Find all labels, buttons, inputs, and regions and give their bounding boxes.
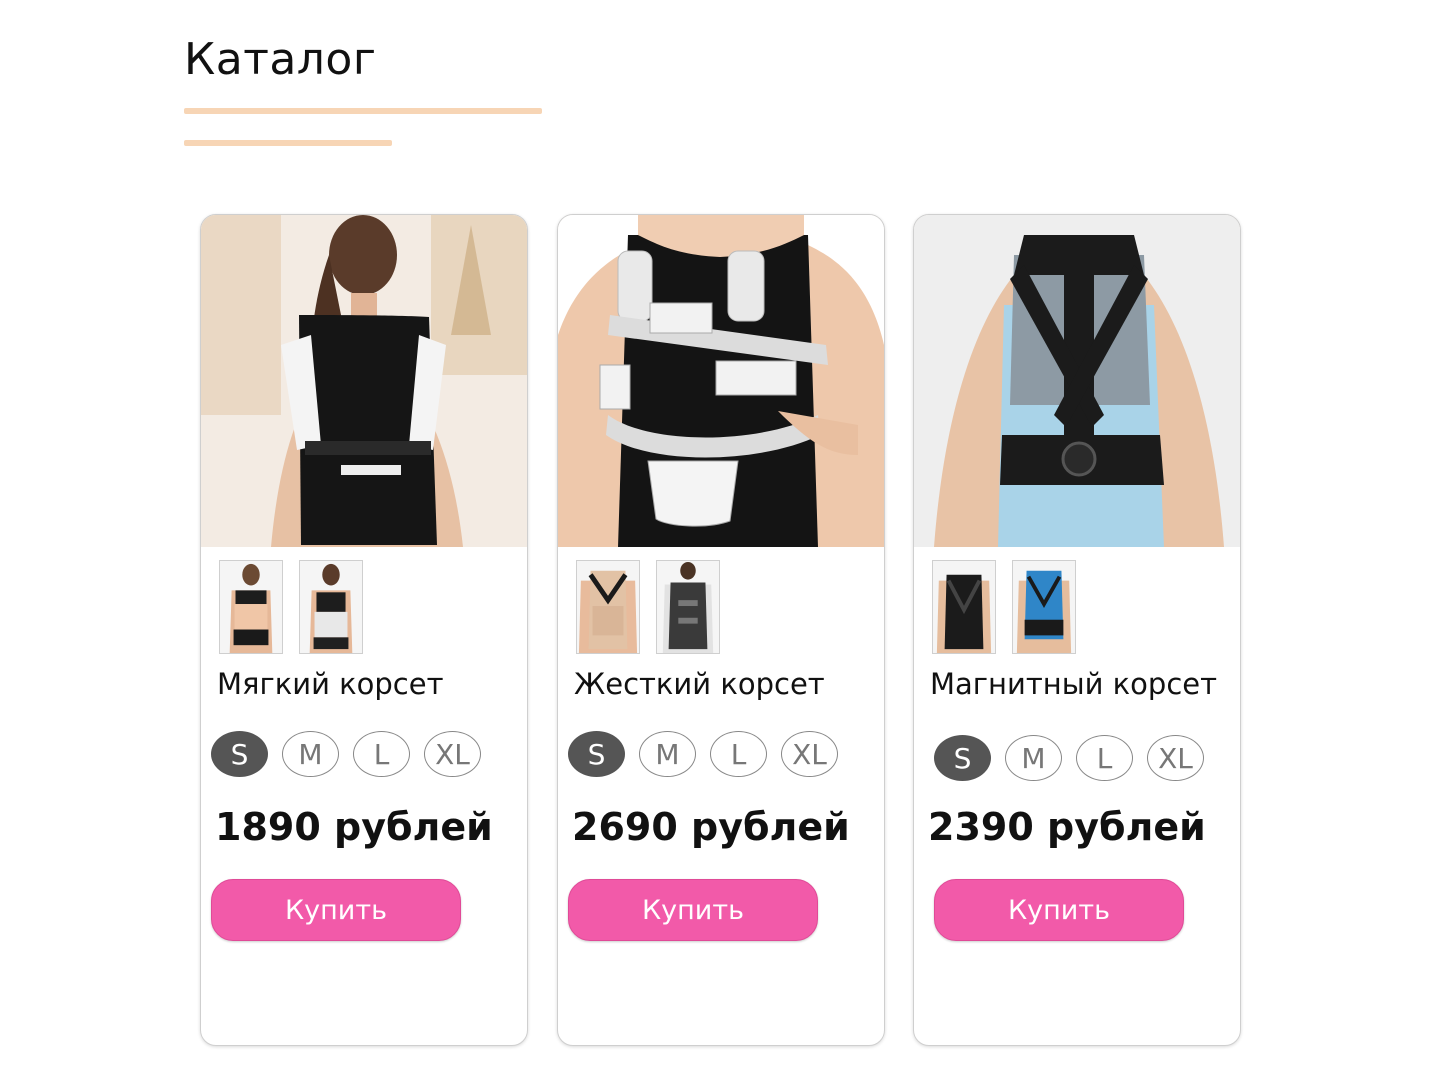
size-option-xl[interactable]: XL (781, 731, 838, 777)
product-name: Магнитный корсет (930, 667, 1217, 701)
size-option-l[interactable]: L (710, 731, 767, 777)
size-option-l[interactable]: L (353, 731, 410, 777)
size-option-m[interactable]: M (639, 731, 696, 777)
product-main-photo[interactable] (558, 215, 884, 547)
size-selector: S M L XL (934, 735, 1204, 781)
buy-button[interactable]: Купить (211, 879, 461, 941)
size-selector: S M L XL (568, 731, 838, 777)
product-name: Мягкий корсет (217, 667, 444, 701)
size-selector: S M L XL (211, 731, 481, 777)
product-main-photo[interactable] (201, 215, 527, 547)
product-card-rigid-corset: Жесткий корсет S M L XL 2690 рублей Купи… (557, 214, 885, 1046)
product-name: Жесткий корсет (574, 667, 825, 701)
product-thumbnail[interactable] (299, 560, 363, 654)
size-option-s[interactable]: S (934, 735, 991, 781)
product-card-soft-corset: Мягкий корсет S M L XL 1890 рублей Купит… (200, 214, 528, 1046)
thumbnail-list (932, 560, 1076, 654)
size-option-m[interactable]: M (1005, 735, 1062, 781)
size-option-s[interactable]: S (211, 731, 268, 777)
product-thumbnail[interactable] (219, 560, 283, 654)
product-thumbnail[interactable] (576, 560, 640, 654)
product-thumbnail[interactable] (1012, 560, 1076, 654)
size-option-xl[interactable]: XL (424, 731, 481, 777)
product-price: 2690 рублей (572, 805, 850, 849)
size-option-s[interactable]: S (568, 731, 625, 777)
decorative-line-short (184, 140, 392, 146)
size-option-l[interactable]: L (1076, 735, 1133, 781)
thumbnail-list (219, 560, 363, 654)
thumbnail-list (576, 560, 720, 654)
size-option-xl[interactable]: XL (1147, 735, 1204, 781)
catalog-page: Каталог Мягкий корсет S M L XL 1890 рубл… (0, 0, 1442, 1080)
product-price: 1890 рублей (215, 805, 493, 849)
size-option-m[interactable]: M (282, 731, 339, 777)
product-thumbnail[interactable] (656, 560, 720, 654)
product-main-photo[interactable] (914, 215, 1240, 547)
page-title: Каталог (184, 34, 377, 85)
buy-button[interactable]: Купить (934, 879, 1184, 941)
decorative-line-long (184, 108, 542, 114)
product-thumbnail[interactable] (932, 560, 996, 654)
buy-button[interactable]: Купить (568, 879, 818, 941)
product-card-magnetic-corset: Магнитный корсет S M L XL 2390 рублей Ку… (913, 214, 1241, 1046)
product-price: 2390 рублей (928, 805, 1206, 849)
